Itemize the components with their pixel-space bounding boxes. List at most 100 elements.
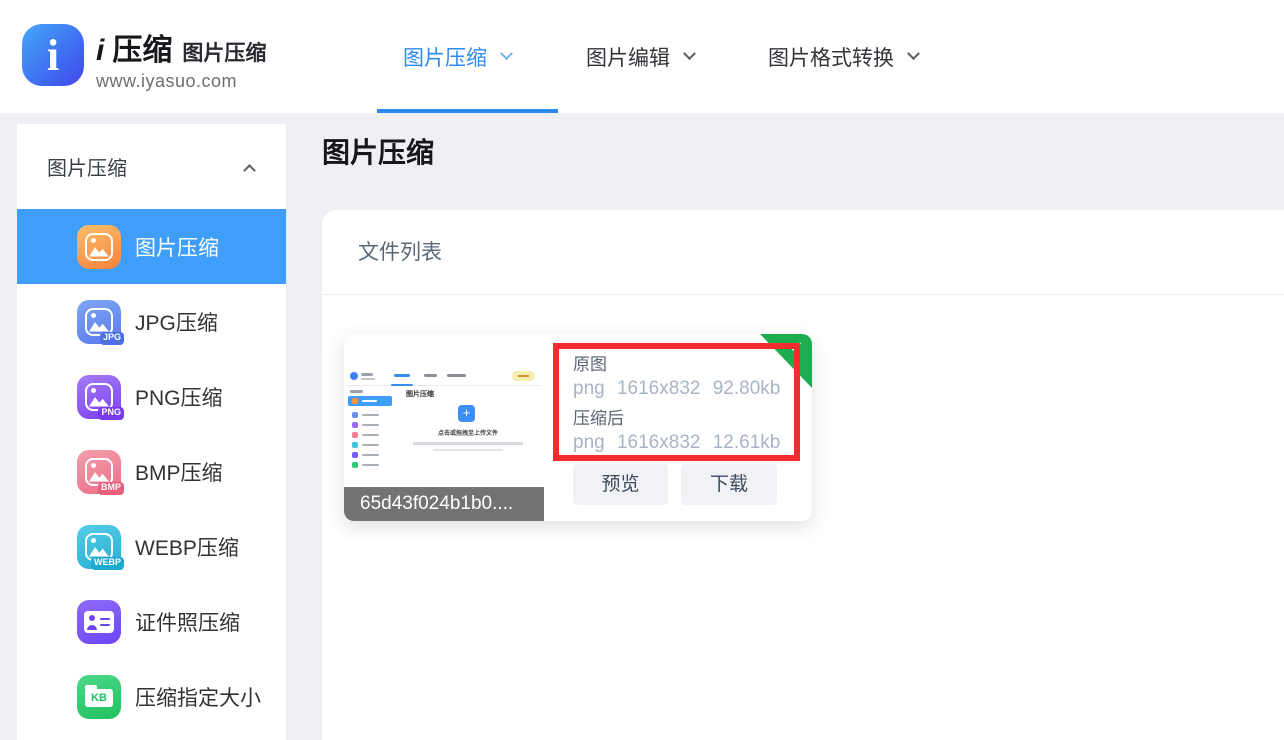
glyph-mountain <box>89 321 109 332</box>
mini-gray-line <box>433 449 503 451</box>
mini-nav-dash <box>424 374 437 377</box>
mini-sidebar <box>346 387 396 470</box>
mini-nav-underline <box>391 384 413 386</box>
mini-upload-text: 点击或拖拽至上传文件 <box>396 428 540 437</box>
glyph-dot <box>91 238 96 243</box>
mini-plus-button: + <box>458 405 475 422</box>
png-badge: PNG <box>98 407 124 420</box>
glyph-mountain <box>89 546 109 557</box>
glyph-dot <box>91 538 96 543</box>
sidebar-item-image-compress[interactable]: 图片压缩 <box>17 209 286 284</box>
jpg-badge: JPG <box>100 332 124 345</box>
sidebar-item-label: 图片压缩 <box>135 232 219 262</box>
idcard-line <box>100 618 110 621</box>
mini-logo-line <box>361 373 373 376</box>
mini-row <box>348 420 394 430</box>
glyph-dot <box>91 313 96 318</box>
brand-name: 压缩 <box>112 25 172 69</box>
image-glyph <box>85 233 113 261</box>
sidebar-item-label: 证件照压缩 <box>135 607 240 637</box>
brand-url: www.iyasuo.com <box>96 71 266 92</box>
mini-icon-dot <box>352 412 358 418</box>
screen: i i 压缩 图片压缩 www.iyasuo.com 图片压缩 图片编辑 图片格… <box>0 0 1284 740</box>
bmp-badge: BMP <box>98 482 124 495</box>
logo-letter: i <box>47 30 59 81</box>
id-photo-icon <box>77 600 121 644</box>
sidebar-item-label: WEBP压缩 <box>135 532 239 562</box>
mini-icon-dot <box>352 452 358 458</box>
webp-badge: WEBP <box>91 557 124 570</box>
sidebar-item-jpg-compress[interactable]: JPG JPG压缩 <box>17 284 286 359</box>
mini-row <box>348 430 394 440</box>
sidebar-item-webp-compress[interactable]: WEBP WEBP压缩 <box>17 509 286 584</box>
panel-title: 文件列表 <box>322 210 1284 295</box>
mini-icon-dot <box>352 462 358 468</box>
mini-icon-dot <box>352 422 358 428</box>
brand-tagline: 图片压缩 <box>182 37 266 67</box>
bmp-compress-icon: BMP <box>77 450 121 494</box>
kb-size-icon: KB <box>77 675 121 719</box>
sidebar: 图片压缩 图片压缩 JPG JPG压缩 PNG PNG压缩 <box>17 124 287 740</box>
preview-button[interactable]: 预览 <box>573 464 668 505</box>
file-list-panel: 文件列表 <box>322 210 1284 740</box>
chevron-down-icon <box>500 47 513 60</box>
file-name: 65d43f024b1b0.... <box>344 487 544 521</box>
mini-action-pill <box>512 371 535 381</box>
mini-group-dash <box>350 390 363 393</box>
nav-tab-image-compress[interactable]: 图片压缩 <box>403 0 511 113</box>
download-button[interactable]: 下载 <box>681 464 777 505</box>
glyph-dot <box>91 388 96 393</box>
sidebar-item-label: BMP压缩 <box>135 457 223 487</box>
logo-text: i 压缩 图片压缩 www.iyasuo.com <box>96 24 266 92</box>
site-logo[interactable]: i i 压缩 图片压缩 www.iyasuo.com <box>22 24 266 92</box>
sidebar-item-compress-to-size[interactable]: KB 压缩指定大小 <box>17 659 286 734</box>
page-title: 图片压缩 <box>322 131 434 171</box>
chevron-up-icon <box>243 164 256 177</box>
mini-text-dash <box>362 434 379 437</box>
brand-name-italic: i <box>96 34 104 68</box>
jpg-compress-icon: JPG <box>77 300 121 344</box>
original-label: 原图 <box>573 354 794 375</box>
mini-active-row <box>348 396 392 406</box>
mini-text-dash <box>362 464 379 467</box>
file-card: 图片压缩 + 点击或拖拽至上传文件 65d43f024b1b0.... 原图 p… <box>344 334 812 521</box>
header: i i 压缩 图片压缩 www.iyasuo.com 图片压缩 图片编辑 图片格… <box>0 0 1284 113</box>
sidebar-item-bmp-compress[interactable]: BMP BMP压缩 <box>17 434 286 509</box>
mini-row <box>348 410 394 420</box>
highlight-red-box: 原图 png 1616x832 92.80kb 压缩后 png 1616x832… <box>553 343 800 461</box>
sidebar-item-label: JPG压缩 <box>135 307 218 337</box>
idcard-glyph <box>84 611 114 633</box>
brand-line: i 压缩 图片压缩 <box>96 25 266 69</box>
file-thumbnail[interactable]: 图片压缩 + 点击或拖拽至上传文件 65d43f024b1b0.... <box>344 334 544 521</box>
sidebar-item-png-compress[interactable]: PNG PNG压缩 <box>17 359 286 434</box>
mini-icon-dot <box>352 398 358 404</box>
chevron-down-icon <box>907 47 920 60</box>
idcard-body <box>87 625 97 630</box>
sidebar-item-label: PNG压缩 <box>135 382 223 412</box>
mini-gray-line <box>413 442 523 445</box>
mini-topbar <box>346 366 540 386</box>
mini-nav-dash <box>394 374 410 377</box>
nav-tab-format-convert[interactable]: 图片格式转换 <box>768 0 918 113</box>
mini-row <box>348 450 394 460</box>
mini-text-dash <box>362 444 379 447</box>
sidebar-item-id-photo-compress[interactable]: 证件照压缩 <box>17 584 286 659</box>
folder-glyph: KB <box>85 689 113 707</box>
webp-compress-icon: WEBP <box>77 525 121 569</box>
mini-text-dash <box>362 454 379 457</box>
idcard-head <box>89 615 95 621</box>
glyph-mountain <box>89 246 109 257</box>
glyph-mountain <box>89 471 109 482</box>
glyph-dot <box>91 463 96 468</box>
sidebar-group-title: 图片压缩 <box>47 152 127 181</box>
png-compress-icon: PNG <box>77 375 121 419</box>
mini-logo-line <box>361 378 375 380</box>
active-tab-underline <box>377 109 558 113</box>
sidebar-group-header[interactable]: 图片压缩 <box>17 124 286 209</box>
compressed-label: 压缩后 <box>573 408 794 429</box>
chevron-down-icon <box>683 47 696 60</box>
logo-icon: i <box>22 24 84 86</box>
mini-text-dash <box>362 424 379 427</box>
nav-tab-image-edit[interactable]: 图片编辑 <box>586 0 694 113</box>
mini-row <box>348 460 394 470</box>
